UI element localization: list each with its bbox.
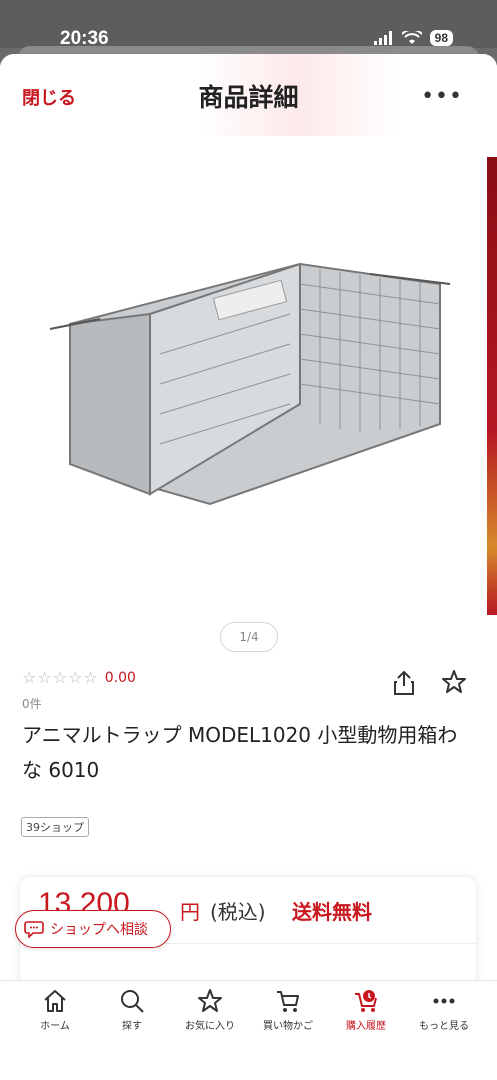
- consult-shop-button[interactable]: ショップへ相談: [15, 910, 171, 948]
- product-image[interactable]: [40, 254, 460, 534]
- home-icon: [44, 990, 66, 1012]
- wifi-icon: [401, 31, 422, 44]
- tab-more-label: もっと見る: [419, 1021, 469, 1032]
- purchase-history-icon: [355, 990, 377, 1012]
- tab-purchase-history-label: 購入履歴: [346, 1021, 386, 1032]
- tab-home[interactable]: ホーム: [15, 989, 95, 1032]
- rating-value: 0.00: [104, 669, 136, 686]
- bottom-tab-bar: ホーム 探す お気に入り 買い物かご 購入履歴 もっと見る: [0, 980, 497, 1080]
- status-bar: 20:36 98: [0, 0, 497, 49]
- tab-search[interactable]: 探す: [92, 989, 172, 1032]
- product-title: アニマルトラップ MODEL1020 小型動物用箱わな 6010: [22, 723, 458, 782]
- more-horizontal-icon: [433, 998, 455, 1004]
- review-count[interactable]: 0件: [22, 695, 42, 712]
- chat-bubble-icon: [24, 921, 44, 938]
- price-currency: 円: [180, 900, 200, 924]
- tab-search-label: 探す: [122, 1021, 142, 1032]
- rating-stars: ☆☆☆☆☆: [22, 668, 99, 687]
- product-detail-sheet: 閉じる 商品詳細 ••• 1/4 ☆☆☆☆☆ 0.00 0件 アニマルトラップ …: [0, 54, 497, 1080]
- tab-favorites[interactable]: お気に入り: [170, 989, 250, 1032]
- shop-badge: 39ショップ: [21, 817, 89, 837]
- more-horizontal-icon[interactable]: •••: [421, 84, 463, 109]
- background-banner-edge: [487, 157, 497, 615]
- tab-more[interactable]: もっと見る: [404, 989, 484, 1032]
- shipping-free-label: 送料無料: [292, 900, 372, 924]
- tab-home-label: ホーム: [40, 1021, 70, 1032]
- rating-row[interactable]: ☆☆☆☆☆ 0.00: [22, 668, 136, 687]
- share-icon[interactable]: [392, 670, 416, 696]
- tab-favorites-label: お気に入り: [185, 1021, 235, 1032]
- consult-shop-label: ショップへ相談: [50, 922, 148, 938]
- image-pager: 1/4: [220, 622, 278, 652]
- favorite-star-icon[interactable]: [441, 669, 467, 695]
- nav-header: 閉じる 商品詳細 •••: [0, 54, 497, 136]
- tab-purchase-history[interactable]: 購入履歴: [326, 989, 406, 1032]
- signal-icon: [373, 31, 392, 45]
- search-icon: [121, 990, 144, 1013]
- battery-indicator: 98: [429, 30, 453, 46]
- star-icon: [198, 989, 222, 1012]
- status-indicators: 98: [373, 30, 453, 46]
- tab-cart[interactable]: 買い物かご: [248, 989, 328, 1032]
- cart-icon: [277, 991, 299, 1012]
- tab-cart-label: 買い物かご: [263, 1021, 313, 1032]
- price-tax-note: (税込): [210, 900, 266, 924]
